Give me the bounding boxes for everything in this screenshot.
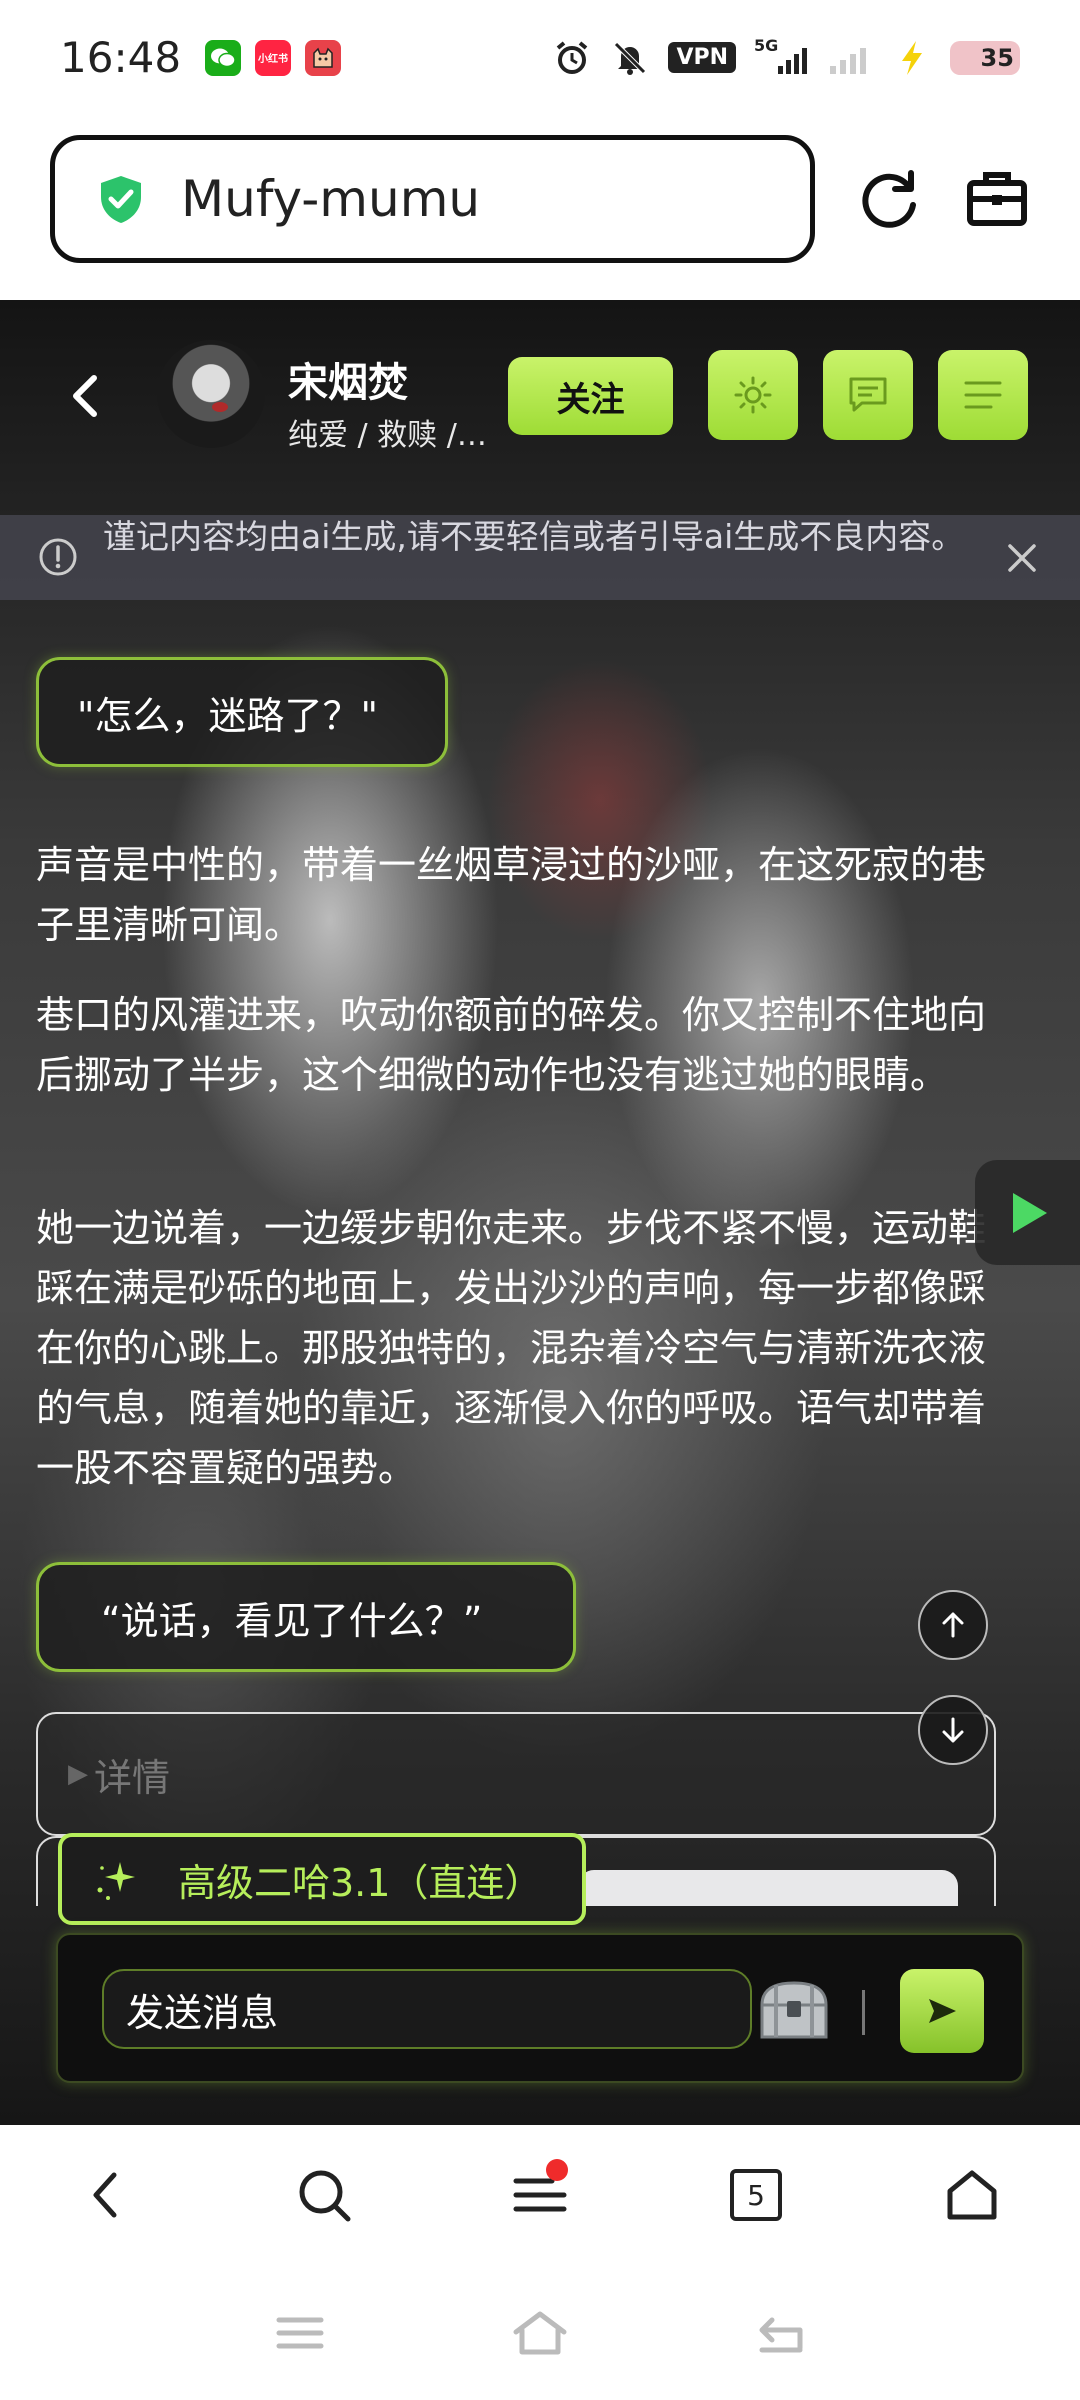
chat-button[interactable]	[823, 350, 913, 440]
model-label: 高级二哈3.1（直连）	[178, 1860, 543, 1905]
info-icon	[39, 538, 77, 576]
chevron-left-icon	[73, 375, 97, 417]
arrow-down-icon	[942, 1717, 964, 1743]
browser-bottom-nav: 5	[0, 2125, 1080, 2270]
system-back-button[interactable]	[745, 2298, 815, 2368]
dialogue-text: “说话，看见了什么？”	[101, 1598, 483, 1643]
recents-icon	[276, 2317, 324, 2349]
arrow-up-icon	[942, 1612, 964, 1638]
scroll-down-button[interactable]	[918, 1695, 988, 1765]
sun-icon	[734, 376, 772, 414]
disclosure-triangle-icon: ▶	[68, 1759, 88, 1789]
sparkle-icon	[97, 1862, 135, 1900]
dialogue-bubble: “说话，看见了什么？”	[36, 1562, 576, 1672]
disclaimer-text: 谨记内容均由ai生成,请不要轻信或者引导ai生成不良内容。	[103, 517, 965, 556]
narration-paragraph: 她一边说着，一边缓步朝你走来。步伐不紧不慢，运动鞋踩在满是砂砾的地面上，发出沙沙…	[36, 1206, 987, 1490]
system-home-button[interactable]	[505, 2298, 575, 2368]
browser-back-button[interactable]	[66, 2155, 146, 2235]
details-label: 详情	[94, 1755, 171, 1800]
play-button[interactable]	[975, 1160, 1080, 1265]
reload-button[interactable]	[855, 165, 925, 235]
browser-search-button[interactable]	[284, 2155, 364, 2235]
system-recents-button[interactable]	[265, 2298, 335, 2368]
mute-icon	[610, 38, 650, 78]
signal-weak-icon	[828, 38, 874, 78]
brightness-button[interactable]	[708, 350, 798, 440]
narration-paragraph: 巷口的风灌进来，吹动你额前的碎发。你又控制不住地向后挪动了半步，这个细微的动作也…	[36, 993, 987, 1097]
details-collapsible[interactable]: ▶ 详情	[36, 1712, 996, 1836]
follow-button[interactable]: 关注	[508, 357, 673, 435]
reload-icon	[862, 170, 916, 228]
dialogue-text: "怎么，迷路了？"	[77, 693, 378, 738]
treasure-chest-icon[interactable]	[754, 1975, 834, 2045]
message-composer: 发送消息	[56, 1933, 1024, 2083]
toolbox-icon	[967, 172, 1027, 226]
chevron-left-icon	[93, 2172, 117, 2218]
home-icon	[513, 2311, 567, 2355]
scroll-up-button[interactable]	[918, 1590, 988, 1660]
browser-address-bar: Mufy-mumu	[0, 115, 1080, 300]
message-icon	[849, 377, 887, 412]
status-time: 16:48	[60, 33, 182, 82]
notification-dot	[546, 2159, 568, 2181]
back-icon	[759, 2317, 803, 2353]
system-nav-bar	[0, 2270, 1080, 2400]
secure-shield-icon	[101, 176, 141, 223]
character-avatar[interactable]	[157, 340, 265, 448]
send-icon	[929, 1999, 956, 2023]
battery-indicator: 35	[950, 40, 1020, 75]
chat-header: 宋烟焚 纯爱 / 救赎 /… 关注	[0, 300, 1080, 515]
message-input[interactable]: 发送消息	[102, 1969, 752, 2049]
narration-paragraph: 声音是中性的，带着一丝烟草浸过的沙哑，在这死寂的巷子里清晰可闻。	[36, 843, 987, 947]
search-icon	[299, 2170, 351, 2222]
menu-icon	[964, 381, 1002, 409]
divider	[862, 1990, 865, 2035]
dialogue-bubble: "怎么，迷路了？"	[36, 657, 448, 767]
back-button[interactable]	[60, 360, 110, 430]
network-label: 5G	[754, 35, 779, 55]
character-name: 宋烟焚	[288, 360, 408, 406]
cat-app-icon	[305, 39, 342, 76]
status-bar: 16:48 小红书 VPN 5G 35	[0, 0, 1080, 115]
wechat-icon	[205, 39, 242, 76]
signal-5g-icon: 5G	[754, 35, 810, 78]
model-selector[interactable]: 高级二哈3.1（直连）	[58, 1833, 586, 1925]
browser-home-button[interactable]	[932, 2155, 1012, 2235]
character-tags: 纯爱 / 救赎 /…	[288, 418, 487, 453]
menu-button[interactable]	[938, 350, 1028, 440]
tab-count: 5	[730, 2169, 782, 2221]
battery-level: 35	[980, 43, 1014, 72]
alarm-icon	[552, 38, 592, 78]
url-field[interactable]: Mufy-mumu	[50, 135, 815, 263]
close-icon[interactable]	[1005, 541, 1039, 575]
home-icon	[947, 2170, 997, 2220]
xiaohongshu-icon: 小红书	[255, 39, 292, 76]
play-icon	[1012, 1192, 1047, 1233]
toolbox-button[interactable]	[962, 163, 1032, 233]
browser-menu-button[interactable]	[500, 2155, 580, 2235]
url-text: Mufy-mumu	[181, 170, 481, 228]
vpn-badge: VPN	[668, 42, 736, 73]
charging-icon	[892, 38, 932, 78]
browser-tabs-button[interactable]: 5	[716, 2155, 796, 2235]
send-button[interactable]	[900, 1969, 984, 2053]
status-app-icons: 小红书	[205, 39, 342, 76]
chat-area[interactable]: 宋烟焚 纯爱 / 救赎 /… 关注 谨记内容均由ai生成,请不要轻信或者引导ai…	[0, 300, 1080, 2125]
ai-disclaimer-banner: 谨记内容均由ai生成,请不要轻信或者引导ai生成不良内容。	[0, 515, 1080, 600]
